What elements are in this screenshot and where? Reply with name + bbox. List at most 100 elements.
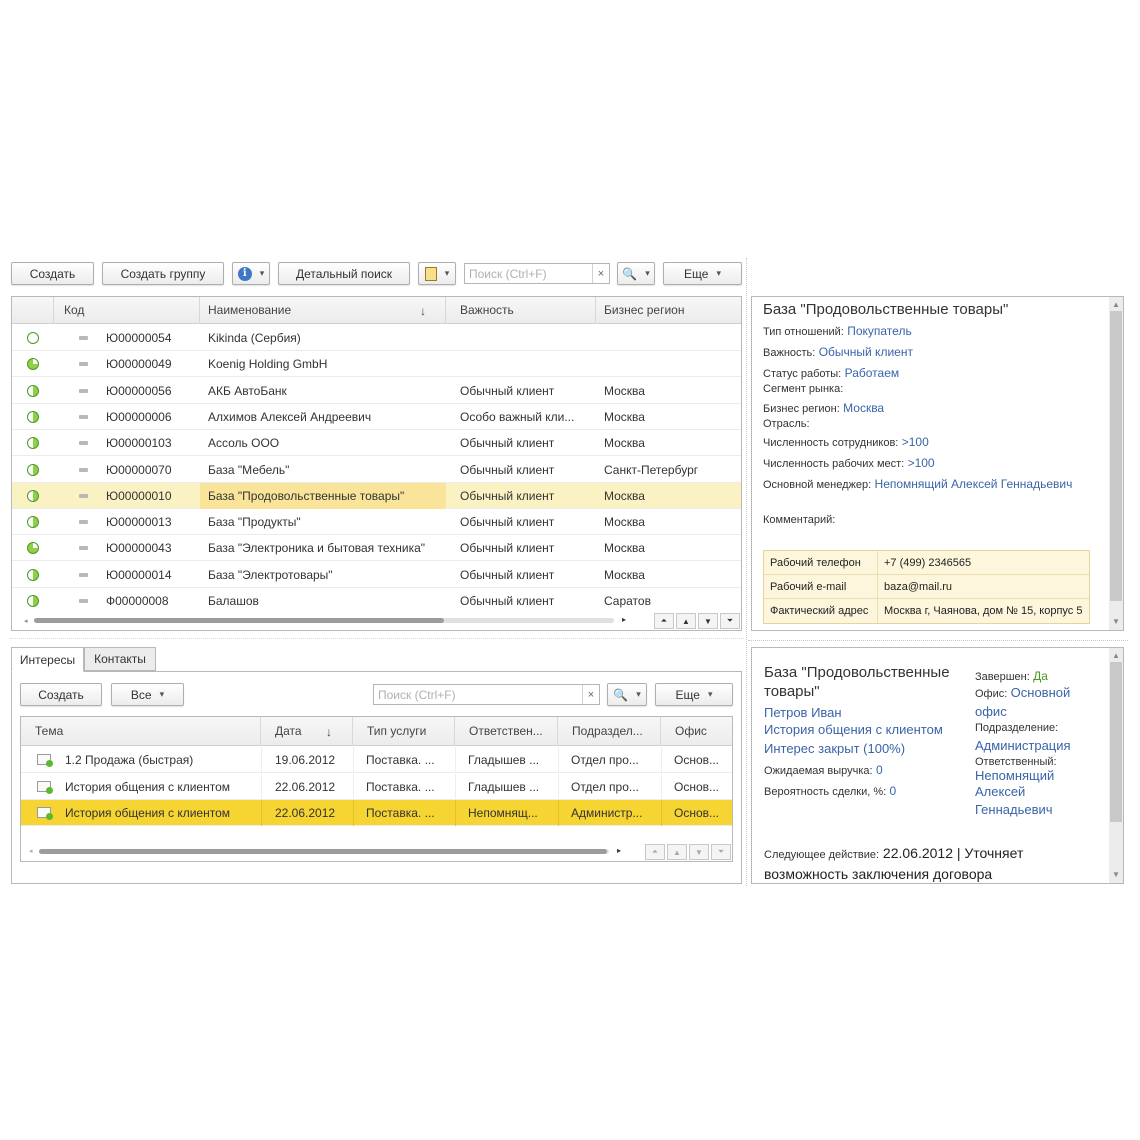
filter-dropdown[interactable]: Все [111,683,184,706]
scroll-down-button[interactable]: ▼ [698,613,718,629]
scroll-top-button[interactable]: ⏶ [645,844,665,860]
scroll-left-icon[interactable]: ◂ [29,847,33,855]
workplaces-link[interactable]: >100 [908,456,935,470]
col-responsible[interactable]: Ответствен... [455,717,558,746]
report-dropdown-button[interactable] [418,262,456,285]
clients-hscroll-track[interactable] [34,618,614,623]
importance-link[interactable]: Обычный клиент [819,345,913,359]
work-status-field: Статус работы: Работаем [763,366,899,380]
scroll-left-icon[interactable]: ◂ [24,617,28,625]
clear-search-icon[interactable]: × [592,264,609,283]
cell-importance [452,351,592,377]
col-region[interactable]: Бизнес регион [596,297,736,324]
interest-title-line: товары" [764,683,820,700]
item-minus-icon [79,546,88,551]
table-row[interactable]: Ю00000043 База "Электроника и бытовая тех… [12,535,741,562]
relation-type-link[interactable]: Покупатель [847,324,911,338]
table-row[interactable]: Ф00000008 Балашов Обычный клиент Саратов [12,588,741,614]
clients-hscroll-thumb[interactable] [34,618,444,623]
interests-scrollbar-area: ◂ ▸ ⏶ ▲ ▼ ⏷ [21,843,732,861]
scroll-down-icon[interactable]: ▼ [1112,617,1120,626]
department-link[interactable]: Администрация [975,738,1071,753]
table-row[interactable]: Ю00000049 Koenig Holding GmbH [12,351,741,378]
responsible-link[interactable]: Непомнящий Алексей [975,768,1054,800]
interest-search-input[interactable]: Поиск (Ctrl+F) [373,684,600,705]
scroll-down-icon[interactable]: ▼ [1112,870,1120,879]
cell-code: Ю00000054 [106,331,172,345]
interest-closed-link[interactable]: Интерес закрыт (100%) [764,741,905,756]
col-office[interactable]: Офис [661,717,732,746]
search-input[interactable]: Поиск (Ctrl+F) [464,263,610,284]
tab-contacts[interactable]: Контакты [84,647,156,671]
scroll-bottom-button[interactable]: ⏷ [720,613,740,629]
cell-date: 22.06.2012 [275,806,336,820]
col-date[interactable]: Дата [261,717,353,746]
cell-region [596,325,736,351]
office-value[interactable]: Основной [1011,685,1071,700]
cell-name: АКБ АвтоБанк [208,383,287,398]
responsible-link-continued[interactable]: Геннадьевич [975,802,1053,817]
scroll-down-button[interactable]: ▼ [689,844,709,860]
finished-value[interactable]: Да [1033,669,1048,683]
scroll-up-icon[interactable]: ▲ [1112,300,1120,309]
history-link[interactable]: История общения с клиентом [764,722,943,737]
table-row[interactable]: Ю00000103 Ассоль ООО Обычный клиент Москва [12,430,741,457]
table-row[interactable]: Ю00000006 Алхимов Алексей Андреевич Особо … [12,404,741,430]
table-row[interactable]: Ю00000014 База "Электротовары" Обычный кли… [12,562,741,588]
col-status[interactable] [12,297,54,324]
info-dropdown-button[interactable]: i [232,262,270,285]
scroll-right-icon[interactable]: ▸ [617,846,621,855]
item-minus-icon [79,414,88,419]
cell-name: Алхимов Алексей Андреевич [208,409,372,424]
scroll-up-icon[interactable]: ▲ [1112,651,1120,660]
scroll-up-button[interactable]: ▲ [676,613,696,629]
table-row[interactable]: Ю00000070 База "Мебель" Обычный клиент Санк… [12,457,741,483]
interest-detail-vscroll-thumb[interactable] [1110,662,1122,822]
table-row[interactable]: Ю00000054 Kikinda (Сербия) [12,325,741,351]
office-value-continued[interactable]: офис [975,704,1007,719]
tab-interests[interactable]: Интересы [11,647,84,672]
col-service-type[interactable]: Тип услуги [353,717,455,746]
cell-name: Kikinda (Сербия) [208,331,301,345]
manager-link[interactable]: Непомнящий Алексей Геннадьевич [875,477,1073,491]
employees-link[interactable]: >100 [902,435,929,449]
interest-create-button[interactable]: Создать [20,683,102,706]
more-button[interactable]: Еще [663,262,742,285]
work-status-link[interactable]: Работаем [845,366,900,380]
table-row[interactable]: История общения с клиентом 22.06.2012 Пост… [21,800,732,826]
detail-vscroll-thumb[interactable] [1110,311,1122,601]
clear-search-icon[interactable]: × [582,685,599,704]
interest-search-options-button[interactable]: 🔍 [607,683,647,706]
search-options-button[interactable]: 🔍 [617,262,655,285]
scroll-top-button[interactable]: ⏶ [654,613,674,629]
business-region-link[interactable]: Москва [843,401,884,415]
cell-region: Саратов [604,594,651,608]
table-row[interactable]: История общения с клиентом 22.06.2012 Пост… [21,773,732,800]
create-group-button[interactable]: Создать группу [102,262,224,285]
detail-search-button[interactable]: Детальный поиск [278,262,410,285]
status-circle-icon [27,358,39,371]
table-row[interactable]: 1.2 Продажа (быстрая) 19.06.2012 Поставка.… [21,747,732,773]
deal-probability-value[interactable]: 0 [890,784,897,798]
interests-hscroll-track[interactable] [39,849,609,854]
contact-person-link[interactable]: Петров Иван [764,705,842,720]
col-name[interactable]: Наименование [200,297,446,324]
cell-name: База "Продовольственные товары" [200,482,446,509]
interests-hscroll-thumb[interactable] [39,849,607,854]
interest-more-button[interactable]: Еще [655,683,733,706]
table-row[interactable]: Ю00000056 АКБ АвтоБанк Обычный клиент Москв… [12,378,741,404]
table-row[interactable]: Ю00000010 База "Продовольственные товары"… [12,482,741,509]
col-code[interactable]: Код [54,297,200,324]
interest-detail-vscroll[interactable]: ▲ ▼ [1109,648,1123,883]
scroll-up-button[interactable]: ▲ [667,844,687,860]
table-row[interactable]: Ю00000013 База "Продукты" Обычный клиент Мо… [12,509,741,536]
col-topic[interactable]: Тема [21,717,261,746]
detail-vscroll[interactable]: ▲ ▼ [1109,297,1123,630]
col-department[interactable]: Подраздел... [558,717,661,746]
col-importance[interactable]: Важность [452,297,596,324]
create-button[interactable]: Создать [11,262,94,285]
scroll-bottom-button[interactable]: ⏷ [711,844,731,860]
expected-revenue-value[interactable]: 0 [876,763,883,777]
scroll-right-icon[interactable]: ▸ [622,615,626,624]
manager-label: Основной менеджер: [763,479,872,491]
